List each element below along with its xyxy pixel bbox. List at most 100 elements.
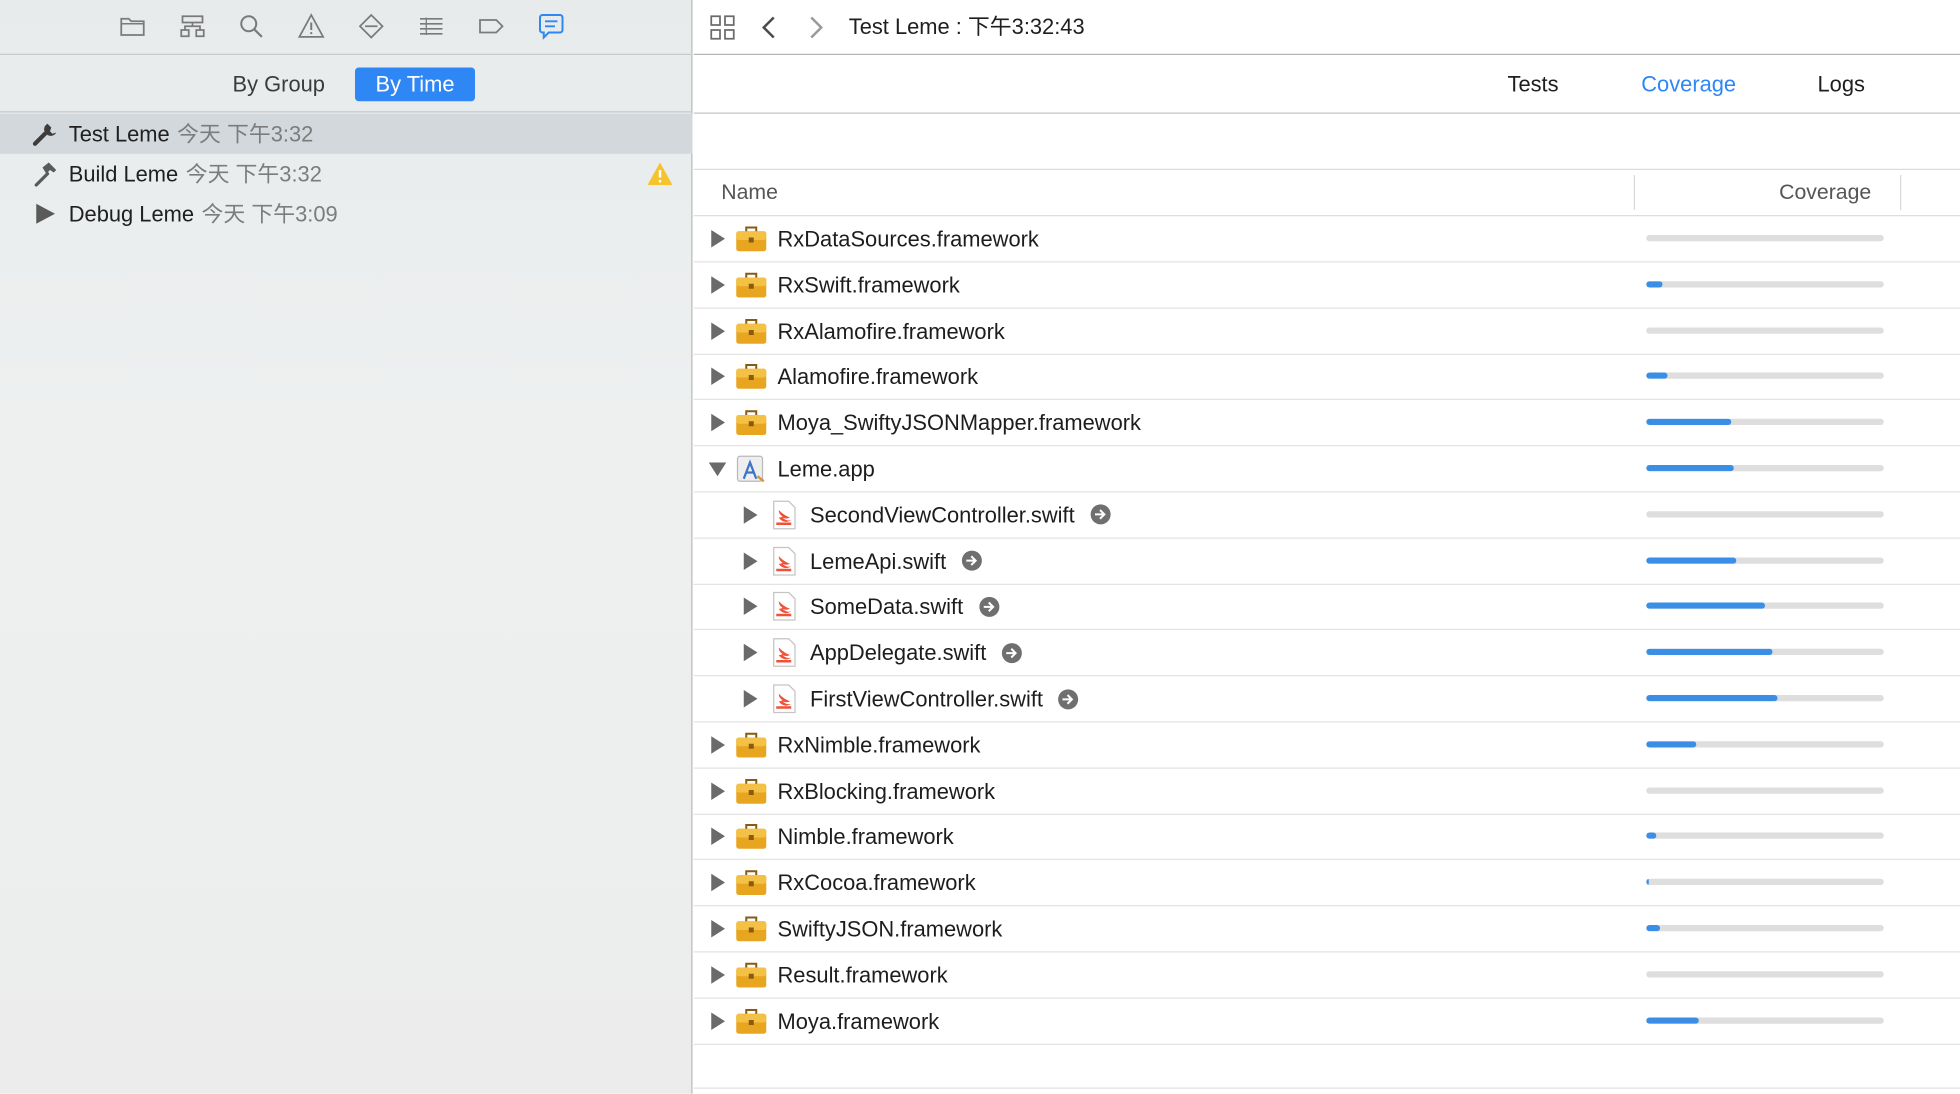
- disclosure-triangle-right-icon[interactable]: [709, 735, 727, 754]
- tab-logs[interactable]: Logs: [1818, 56, 1865, 111]
- coverage-bar: [1646, 326, 1884, 334]
- table-row[interactable]: RxBlocking.framework: [693, 768, 1960, 815]
- table-row[interactable]: RxCocoa.framework: [693, 860, 1960, 907]
- activity-name: Test Leme: [68, 121, 170, 147]
- row-name: Result.framework: [777, 962, 948, 988]
- disclosure-triangle-right-icon[interactable]: [709, 965, 727, 984]
- table-row[interactable]: SecondViewController.swift: [693, 492, 1960, 539]
- column-divider[interactable]: [1900, 175, 1902, 210]
- framework-icon: [735, 776, 768, 806]
- list-icon[interactable]: [415, 11, 448, 41]
- table-row[interactable]: Moya.framework: [693, 998, 1960, 1045]
- disclosure-triangle-right-icon[interactable]: [709, 920, 727, 938]
- activity-name: Build Leme: [68, 161, 179, 187]
- activity-row-test[interactable]: Test Leme 今天 下午3:32: [0, 113, 693, 154]
- disclosure-triangle-right-icon[interactable]: [709, 873, 727, 892]
- jump-bar: Test Leme : 下午3:32:43: [693, 0, 1960, 55]
- table-row[interactable]: AppDelegate.swift: [693, 630, 1960, 677]
- table-row[interactable]: Leme.app: [693, 446, 1960, 493]
- warning-badge-icon[interactable]: [646, 161, 674, 186]
- go-to-file-arrow-icon[interactable]: [1001, 642, 1022, 663]
- warning-icon[interactable]: [295, 11, 328, 41]
- disclosure-triangle-right-icon[interactable]: [709, 321, 727, 340]
- tag-icon[interactable]: [475, 11, 508, 41]
- framework-icon: [735, 960, 768, 990]
- go-to-file-arrow-icon[interactable]: [1058, 688, 1079, 709]
- row-name: Nimble.framework: [777, 824, 954, 850]
- coverage-bar: [1646, 235, 1884, 242]
- row-name: Moya.framework: [777, 1008, 940, 1034]
- forward-chevron-icon[interactable]: [799, 11, 832, 44]
- row-name: RxBlocking.framework: [777, 778, 996, 804]
- table-row[interactable]: FirstViewController.swift: [693, 676, 1960, 723]
- folder-icon[interactable]: [116, 11, 149, 41]
- disclosure-triangle-right-icon[interactable]: [709, 781, 727, 800]
- framework-icon: [735, 822, 768, 852]
- coverage-bar: [1646, 418, 1884, 426]
- disclosure-triangle-right-icon[interactable]: [709, 827, 727, 846]
- table-row[interactable]: RxSwift.framework: [693, 262, 1960, 309]
- framework-icon: [735, 1006, 768, 1036]
- disclosure-triangle-down-icon[interactable]: [708, 460, 727, 478]
- grid-icon[interactable]: [706, 11, 739, 44]
- framework-icon: [735, 730, 768, 760]
- table-row[interactable]: RxAlamofire.framework: [693, 308, 1960, 355]
- table-row[interactable]: LemeApi.swift: [693, 538, 1960, 585]
- swift-icon: [768, 684, 801, 714]
- disclosure-triangle-right-icon[interactable]: [741, 505, 759, 524]
- hierarchy-icon[interactable]: [176, 11, 209, 41]
- framework-icon: [735, 316, 768, 346]
- go-to-file-arrow-icon[interactable]: [961, 550, 982, 571]
- disclosure-triangle-right-icon[interactable]: [709, 275, 727, 294]
- disclosure-triangle-right-icon[interactable]: [709, 367, 727, 386]
- disclosure-triangle-right-icon[interactable]: [741, 643, 759, 662]
- row-name: LemeApi.swift: [810, 548, 947, 574]
- coverage-bar: [1646, 556, 1884, 564]
- table-row[interactable]: SwiftyJSON.framework: [693, 906, 1960, 953]
- by-time-button[interactable]: By Time: [355, 67, 475, 102]
- row-name: Alamofire.framework: [777, 364, 979, 390]
- column-divider[interactable]: [1633, 175, 1635, 210]
- search-icon[interactable]: [235, 11, 268, 41]
- report-bubble-icon[interactable]: [535, 11, 568, 41]
- back-chevron-icon[interactable]: [754, 11, 787, 44]
- report-tabs: Tests Coverage Logs: [693, 56, 1960, 114]
- column-header-name[interactable]: Name: [721, 170, 778, 214]
- play-icon: [36, 203, 55, 224]
- go-to-file-arrow-icon[interactable]: [1090, 504, 1111, 525]
- table-row[interactable]: Result.framework: [693, 952, 1960, 999]
- coverage-bar: [1646, 280, 1884, 288]
- disclosure-triangle-right-icon[interactable]: [741, 551, 759, 570]
- disclosure-triangle-right-icon[interactable]: [709, 230, 727, 248]
- report-title: Test Leme : 下午3:32:43: [848, 13, 1085, 39]
- column-header-coverage[interactable]: Coverage: [1644, 170, 1871, 214]
- row-name: SomeData.swift: [810, 594, 964, 620]
- by-group-button[interactable]: By Group: [218, 68, 341, 102]
- tab-tests[interactable]: Tests: [1508, 56, 1559, 111]
- coverage-bar: [1646, 832, 1884, 840]
- table-row[interactable]: Alamofire.framework: [693, 354, 1960, 401]
- disclosure-triangle-right-icon[interactable]: [709, 1011, 727, 1030]
- row-name: Leme.app: [777, 456, 875, 482]
- tab-coverage[interactable]: Coverage: [1641, 56, 1736, 111]
- disclosure-triangle-right-icon[interactable]: [741, 597, 759, 616]
- table-row[interactable]: SomeData.swift: [693, 584, 1960, 631]
- report-editor: Test Leme : 下午3:32:43 Tests Coverage Log…: [693, 0, 1960, 1094]
- table-row[interactable]: RxDataSources.framework: [693, 216, 1960, 263]
- table-row[interactable]: RxNimble.framework: [693, 722, 1960, 769]
- table-row[interactable]: Moya_SwiftyJSONMapper.framework: [693, 400, 1960, 447]
- disclosure-triangle-right-icon[interactable]: [741, 690, 759, 708]
- disclosure-triangle-right-icon[interactable]: [709, 413, 727, 432]
- framework-icon: [735, 914, 768, 944]
- coverage-bar-fill: [1646, 1016, 1699, 1024]
- table-row[interactable]: Nimble.framework: [693, 814, 1960, 861]
- activity-row-build[interactable]: Build Leme 今天 下午3:32: [0, 154, 693, 194]
- hammer-icon: [34, 162, 57, 187]
- coverage-bar-fill: [1646, 465, 1735, 472]
- swift-icon: [768, 592, 801, 622]
- activity-row-debug[interactable]: Debug Leme 今天 下午3:09: [0, 194, 693, 234]
- row-name: SwiftyJSON.framework: [777, 916, 1003, 942]
- framework-icon: [735, 270, 768, 300]
- go-to-file-arrow-icon[interactable]: [978, 596, 999, 617]
- diamond-icon[interactable]: [355, 11, 388, 41]
